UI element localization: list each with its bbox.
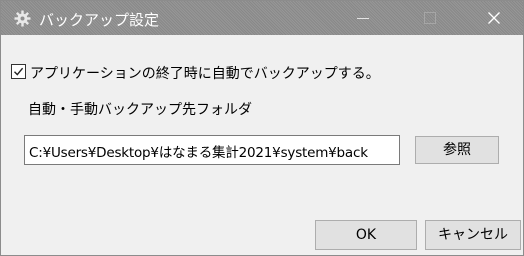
backup-folder-path-value: C:¥Users¥Desktop¥はなまる集計2021¥system¥back [29, 145, 368, 161]
cancel-button[interactable]: キャンセル [425, 220, 521, 250]
backup-folder-label: 自動・手動バックアップ先フォルダ [28, 102, 252, 118]
close-button[interactable] [471, 1, 517, 35]
close-icon [488, 12, 500, 24]
title-bar[interactable]: バックアップ設定 [1, 1, 523, 35]
maximize-icon [424, 12, 436, 24]
minimize-icon [357, 18, 369, 19]
auto-backup-checkbox[interactable] [11, 64, 26, 79]
minimize-button[interactable] [339, 1, 385, 35]
window-title: バックアップ設定 [39, 11, 160, 29]
backup-settings-dialog: バックアップ設定 アプリケーションの終了時に自動でバックアップする。 自動・手動… [0, 0, 524, 256]
browse-button[interactable]: 参照 [415, 136, 499, 164]
ok-button[interactable]: OK [315, 220, 417, 250]
maximize-button[interactable] [407, 1, 453, 35]
gear-icon [14, 10, 31, 27]
checkmark-icon [14, 67, 24, 76]
auto-backup-label[interactable]: アプリケーションの終了時に自動でバックアップする。 [30, 63, 380, 83]
auto-backup-option[interactable]: アプリケーションの終了時に自動でバックアップする。 [11, 63, 401, 83]
backup-folder-path-input[interactable]: C:¥Users¥Desktop¥はなまる集計2021¥system¥back [24, 135, 400, 165]
